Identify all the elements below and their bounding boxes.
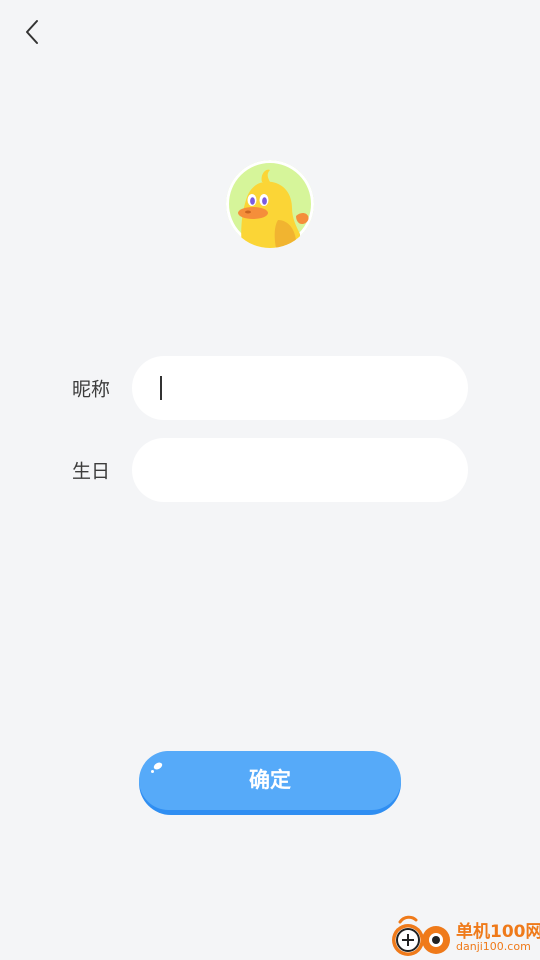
watermark-logo-icon	[392, 915, 450, 956]
chevron-left-icon	[26, 20, 38, 44]
watermark: 单机100网 danji100.com	[388, 914, 540, 960]
confirm-button-label: 确定	[249, 768, 291, 792]
back-button[interactable]	[14, 14, 50, 50]
sparkle-icon	[151, 762, 163, 773]
avatar[interactable]	[226, 160, 314, 248]
nickname-row: 昵称	[0, 356, 540, 420]
nickname-input[interactable]	[132, 356, 468, 420]
watermark-url: danji100.com	[456, 940, 531, 953]
birthday-input[interactable]	[132, 438, 468, 502]
nickname-label: 昵称	[72, 378, 111, 401]
birthday-row: 生日	[0, 438, 540, 502]
watermark-title: 单机100网	[456, 922, 540, 942]
birthday-label: 生日	[72, 460, 111, 483]
confirm-button[interactable]: 确定	[139, 751, 401, 815]
text-caret	[160, 376, 162, 400]
duck-avatar-icon	[226, 160, 314, 248]
